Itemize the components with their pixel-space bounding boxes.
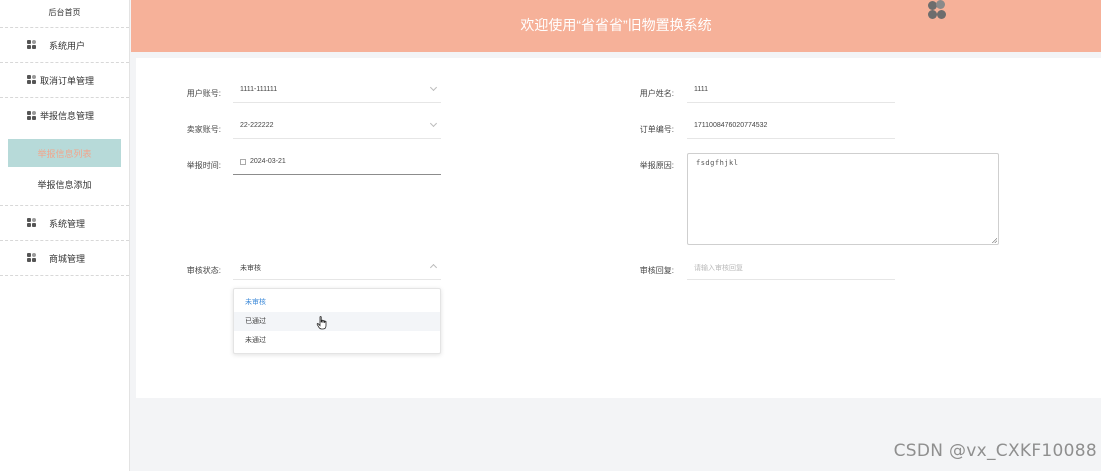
grid-icon <box>27 40 37 50</box>
sidebar-item-label: 取消订单管理 <box>40 75 95 86</box>
top-header: 欢迎使用“省省省”旧物置换系统 <box>131 0 1101 52</box>
resize-handle-icon[interactable] <box>992 238 997 243</box>
review-reply-placeholder: 请输入审核回复 <box>694 265 743 272</box>
chevron-up-icon <box>429 263 438 272</box>
avatar-icon[interactable] <box>927 0 947 20</box>
review-reply-label: 审核回复: <box>639 266 674 275</box>
sidebar-item-cancel-orders[interactable]: 取消订单管理 <box>0 63 129 98</box>
user-account-label: 用户账号: <box>186 89 221 98</box>
review-status-select[interactable]: 未审核 <box>233 258 441 280</box>
grid-icon <box>27 253 37 263</box>
grid-icon <box>27 110 37 121</box>
sidebar-item-label: 举报信息管理 <box>40 111 95 121</box>
report-reason-value: fsdgfhjkl <box>696 159 739 167</box>
seller-account-select[interactable]: 22-222222 <box>233 117 441 139</box>
chevron-down-icon <box>429 119 438 128</box>
review-status-label: 审核状态: <box>186 266 221 275</box>
dropdown-option-pending[interactable]: 未审核 <box>234 293 440 312</box>
sidebar-item-label: 商城管理 <box>49 253 86 264</box>
sidebar-item-system-users[interactable]: 系统用户 <box>0 28 129 63</box>
sidebar-subitem-report-add[interactable]: 举报信息添加 <box>0 167 129 206</box>
report-time-picker[interactable]: 2024-03-21 <box>233 153 441 175</box>
seller-account-label: 卖家账号: <box>186 125 221 134</box>
hand-cursor-icon <box>316 316 327 330</box>
report-reason-label: 举报原因: <box>639 161 674 170</box>
user-account-value: 1111-111111 <box>240 86 278 93</box>
user-name-field[interactable]: 1111 <box>687 81 895 103</box>
review-status-value: 未审核 <box>240 265 261 272</box>
grid-icon <box>27 218 37 228</box>
order-no-value: 1711008476020774532 <box>694 122 768 129</box>
review-reply-input[interactable]: 请输入审核回复 <box>687 258 895 280</box>
sidebar-item-mall-management[interactable]: 商城管理 <box>0 241 129 276</box>
user-account-select[interactable]: 1111-111111 <box>233 81 441 103</box>
calendar-icon <box>240 159 246 165</box>
sidebar: 后台首页 系统用户 取消订单管理 举报信息管理 举报信息列表 举报信息添加 系统… <box>0 0 130 471</box>
report-time-value: 2024-03-21 <box>250 158 286 165</box>
user-name-value: 1111 <box>694 86 709 93</box>
watermark: CSDN @vx_CXKF10088 <box>893 441 1097 461</box>
seller-account-value: 22-222222 <box>240 122 274 129</box>
sidebar-item-label: 系统用户 <box>49 40 86 51</box>
grid-icon <box>27 75 37 85</box>
order-no-label: 订单编号: <box>639 125 674 134</box>
review-status-dropdown: 未审核 已通过 未通过 <box>233 288 441 354</box>
dropdown-option-rejected[interactable]: 未通过 <box>234 331 440 350</box>
sidebar-item-label: 系统管理 <box>49 218 86 229</box>
sidebar-subitem-report-list[interactable]: 举报信息列表 <box>8 139 121 167</box>
order-no-field[interactable]: 1711008476020774532 <box>687 117 895 139</box>
report-time-label: 举报时间: <box>186 161 221 170</box>
header-title: 欢迎使用“省省省”旧物置换系统 <box>520 17 712 33</box>
dropdown-option-approved[interactable]: 已通过 <box>234 312 440 331</box>
chevron-down-icon <box>429 83 438 92</box>
user-name-label: 用户姓名: <box>639 89 674 98</box>
sidebar-item-report-management[interactable]: 举报信息管理 <box>0 98 129 133</box>
sidebar-home[interactable]: 后台首页 <box>0 0 129 28</box>
sidebar-item-system-management[interactable]: 系统管理 <box>0 206 129 241</box>
report-reason-textarea[interactable]: fsdgfhjkl <box>687 153 999 245</box>
